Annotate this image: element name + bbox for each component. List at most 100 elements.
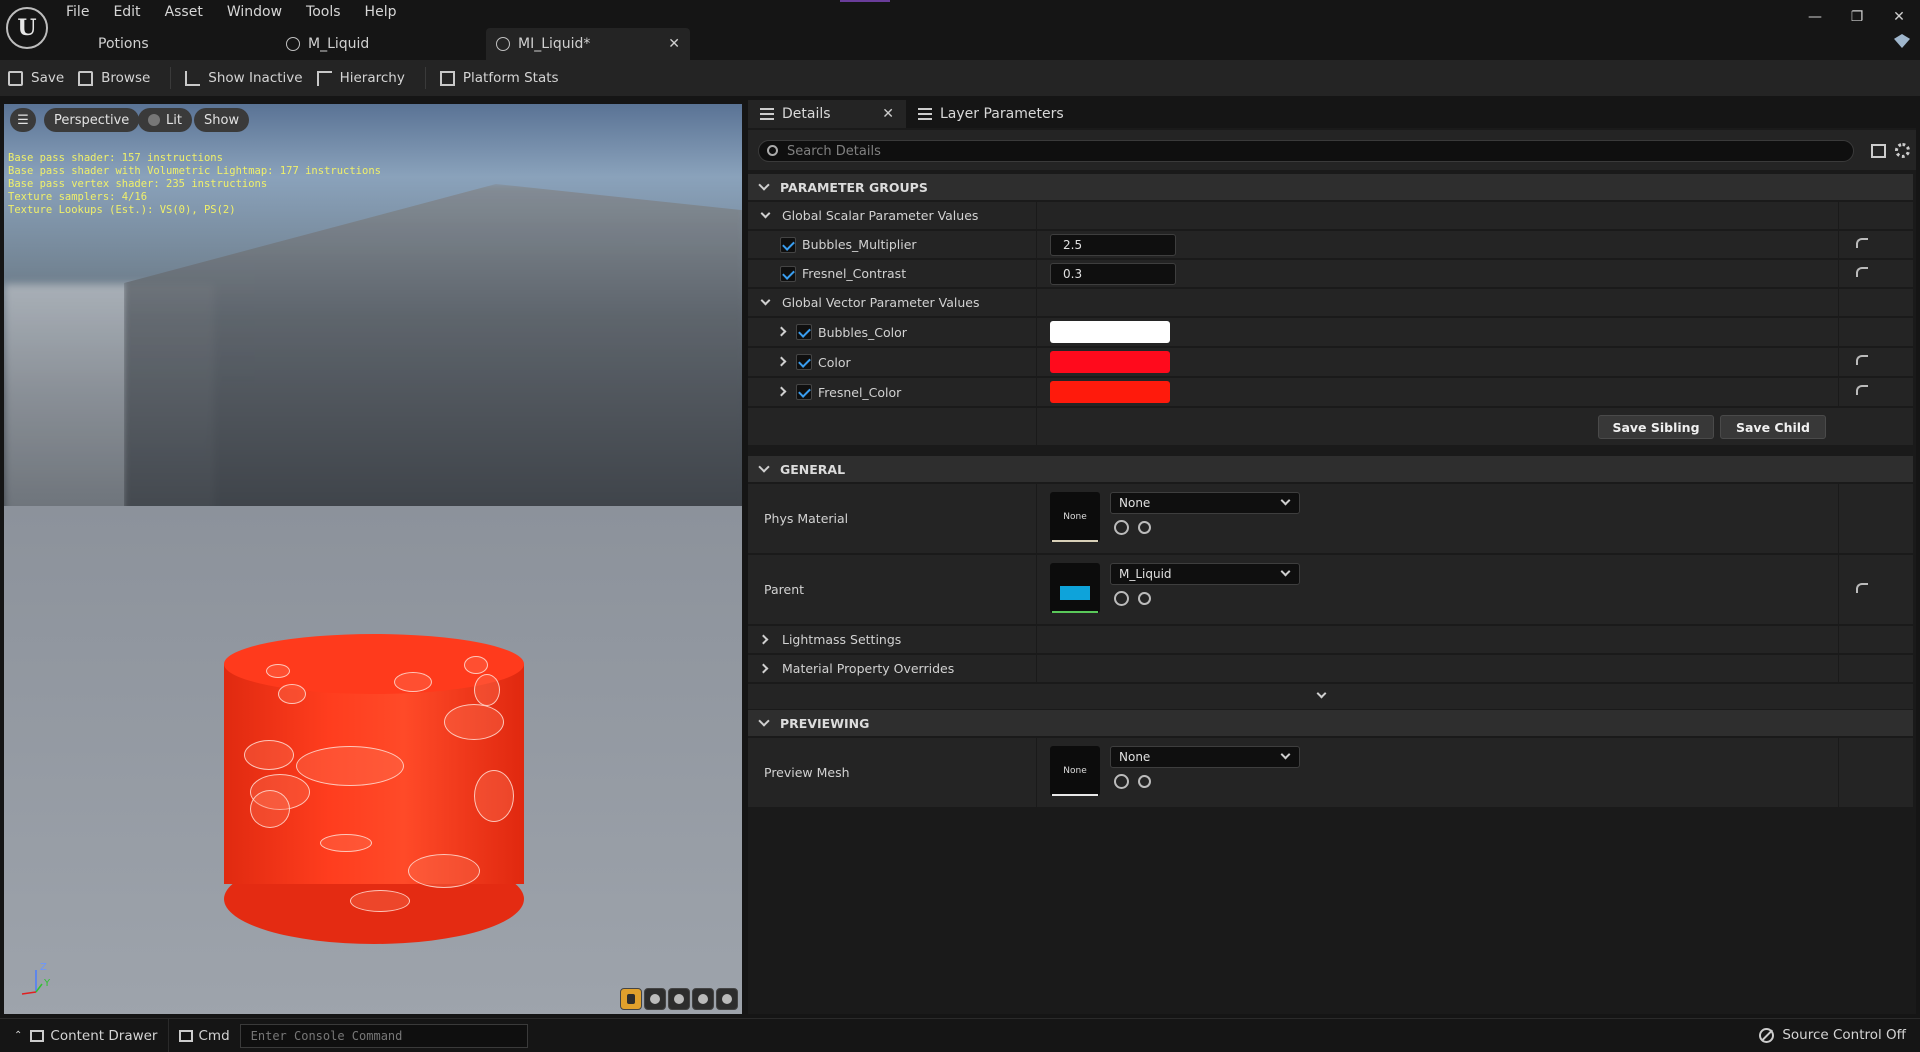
- param-enable-checkbox[interactable]: [796, 324, 812, 340]
- section-general[interactable]: GENERAL: [748, 456, 1913, 482]
- preview-mesh-dropdown[interactable]: None: [1110, 746, 1300, 768]
- stat-line: Base pass vertex shader: 235 instruction…: [8, 178, 268, 190]
- param-enable-checkbox[interactable]: [796, 354, 812, 370]
- parent-thumbnail[interactable]: [1050, 563, 1100, 613]
- save-button[interactable]: Save: [8, 70, 64, 86]
- use-selected-icon[interactable]: [1114, 591, 1129, 606]
- platform-stats-button[interactable]: Platform Stats: [439, 70, 559, 86]
- console-command-input[interactable]: Enter Console Command: [239, 1023, 528, 1048]
- bubbles-color-swatch[interactable]: [1050, 321, 1170, 343]
- browse-label: Browse: [101, 70, 151, 86]
- use-selected-icon[interactable]: [1114, 774, 1129, 789]
- vector-group-row[interactable]: Global Vector Parameter Values: [748, 289, 1913, 317]
- chevron-down-icon: [1316, 688, 1327, 699]
- reset-to-default-icon[interactable]: [1856, 237, 1868, 248]
- bubble: [464, 656, 488, 674]
- menu-edit[interactable]: Edit: [113, 2, 152, 22]
- phys-material-dropdown[interactable]: None: [1110, 492, 1300, 514]
- column-divider: [1838, 738, 1839, 807]
- save-child-button[interactable]: Save Child: [1720, 415, 1826, 439]
- show-button[interactable]: Show: [194, 108, 250, 132]
- chevron-right-icon[interactable]: [776, 386, 787, 397]
- lit-sphere-icon: [148, 114, 160, 126]
- preview-viewport[interactable]: ☰ Perspective Lit Show Base pass shader:…: [4, 104, 742, 1014]
- param-enable-checkbox[interactable]: [780, 236, 796, 253]
- minimize-button[interactable]: —: [1794, 4, 1836, 30]
- show-inactive-button[interactable]: Show Inactive: [185, 70, 303, 86]
- tab-project[interactable]: Potions: [98, 28, 149, 60]
- stat-line: Texture Lookups (Est.): VS(0), PS(2): [8, 204, 236, 216]
- close-tab-icon[interactable]: ✕: [882, 106, 894, 122]
- column-divider: [1036, 484, 1037, 553]
- tab-details[interactable]: Details ✕: [748, 100, 906, 128]
- parent-label: Parent: [764, 582, 805, 597]
- bubbles-multiplier-input[interactable]: 2.5: [1050, 233, 1176, 256]
- close-window-button[interactable]: ✕: [1878, 4, 1920, 30]
- browse-search-icon[interactable]: [1138, 592, 1151, 605]
- close-tab-icon[interactable]: ✕: [668, 36, 680, 52]
- perspective-button[interactable]: Perspective: [44, 108, 140, 132]
- chevron-right-icon[interactable]: [776, 326, 787, 337]
- phys-material-thumbnail[interactable]: None: [1050, 492, 1100, 542]
- status-bar: ⌃ Content Drawer Cmd Enter Console Comma…: [0, 1018, 1920, 1052]
- param-enable-checkbox[interactable]: [796, 384, 812, 400]
- reset-to-default-icon[interactable]: [1856, 385, 1868, 395]
- toolbar-divider: [424, 67, 426, 89]
- preview-mesh-thumbnail[interactable]: None: [1050, 746, 1100, 796]
- chevron-right-icon[interactable]: [776, 356, 787, 367]
- fresnel-color-swatch[interactable]: [1050, 381, 1170, 403]
- menu-asset[interactable]: Asset: [165, 2, 215, 22]
- parent-dropdown[interactable]: M_Liquid: [1110, 563, 1300, 585]
- tab-m-liquid-label: M_Liquid: [308, 36, 370, 52]
- browse-button[interactable]: Browse: [78, 70, 150, 86]
- cylinder-preview-icon[interactable]: [620, 988, 642, 1010]
- use-selected-icon[interactable]: [1114, 520, 1129, 535]
- advanced-expander-row[interactable]: [748, 684, 1913, 710]
- scalar-group-row[interactable]: Global Scalar Parameter Values: [748, 202, 1913, 230]
- cmd-button[interactable]: Cmd: [178, 1028, 230, 1044]
- show-label: Show: [204, 112, 240, 128]
- viewport-menu-button[interactable]: ☰: [10, 108, 36, 132]
- search-input[interactable]: Search Details: [758, 140, 1854, 162]
- column-divider: [1838, 348, 1839, 376]
- tab-mi-liquid[interactable]: MI_Liquid* ✕: [486, 28, 690, 60]
- menu-window[interactable]: Window: [227, 2, 294, 22]
- source-control-button[interactable]: Source Control Off: [1759, 1027, 1906, 1043]
- menu-file[interactable]: File: [66, 2, 101, 22]
- param-name: Fresnel_Color: [818, 384, 902, 400]
- reset-to-default-icon[interactable]: [1856, 355, 1868, 365]
- axis-y-label: Y: [44, 978, 51, 989]
- plane-preview-icon[interactable]: [668, 988, 690, 1010]
- tab-layer-parameters[interactable]: Layer Parameters: [918, 100, 1064, 128]
- save-sibling-button[interactable]: Save Sibling: [1598, 415, 1714, 439]
- fresnel-contrast-input[interactable]: 0.3: [1050, 262, 1176, 285]
- reset-to-default-icon[interactable]: [1856, 266, 1868, 277]
- section-title: PREVIEWING: [780, 715, 870, 731]
- section-previewing[interactable]: PREVIEWING: [748, 710, 1913, 736]
- param-enable-checkbox[interactable]: [780, 265, 796, 282]
- hierarchy-button[interactable]: Hierarchy: [316, 70, 405, 86]
- lit-mode-button[interactable]: Lit: [138, 108, 192, 132]
- param-row: Fresnel_Contrast 0.3: [748, 260, 1913, 288]
- sphere-preview-icon[interactable]: [644, 988, 666, 1010]
- menu-tools[interactable]: Tools: [306, 2, 353, 22]
- property-matrix-icon[interactable]: [1871, 144, 1886, 158]
- tab-mi-liquid-label: MI_Liquid*: [518, 36, 591, 52]
- lightmass-row[interactable]: Lightmass Settings: [748, 626, 1913, 654]
- platform-stats-label: Platform Stats: [462, 70, 559, 86]
- column-divider: [1838, 378, 1839, 406]
- browse-search-icon[interactable]: [1138, 521, 1151, 534]
- browse-search-icon[interactable]: [1138, 775, 1151, 788]
- material-overrides-row[interactable]: Material Property Overrides: [748, 655, 1913, 683]
- section-parameter-groups[interactable]: PARAMETER GROUPS: [748, 174, 1913, 200]
- cube-preview-icon[interactable]: [692, 988, 714, 1010]
- menu-help[interactable]: Help: [365, 2, 409, 22]
- content-drawer-button[interactable]: ⌃ Content Drawer: [14, 1028, 158, 1044]
- color-swatch[interactable]: [1050, 351, 1170, 373]
- param-name: Bubbles_Multiplier: [802, 237, 917, 252]
- tab-m-liquid[interactable]: M_Liquid: [286, 28, 369, 60]
- gear-icon[interactable]: [1895, 143, 1910, 158]
- custom-mesh-icon[interactable]: [716, 988, 738, 1010]
- reset-to-default-icon[interactable]: [1856, 582, 1868, 593]
- restore-button[interactable]: ❐: [1836, 4, 1878, 30]
